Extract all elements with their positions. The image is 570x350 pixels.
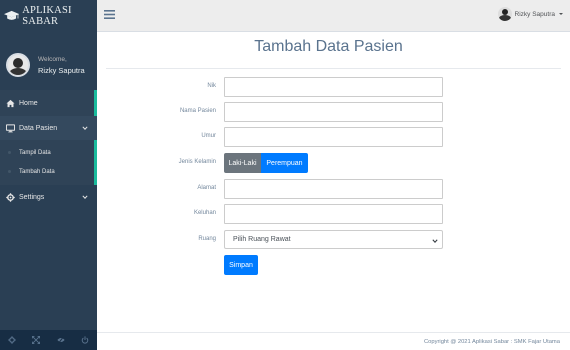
brand-title: APLIKASI SABAR (22, 5, 72, 27)
keluhan-label: Keluhan (193, 210, 216, 216)
form-row-jenis-kelamin: Jenis Kelamin Laki-Laki Perempuan (97, 153, 570, 173)
form-row-nik: Nik (97, 77, 570, 97)
simpan-button[interactable]: Simpan (224, 255, 258, 275)
sidebar-item-data-pasien[interactable]: Data Pasien (0, 116, 97, 140)
brand[interactable]: APLIKASI SABAR (0, 0, 97, 32)
umur-label: Umur (201, 133, 216, 139)
form-row-nama: Nama Pasien (97, 102, 570, 122)
user-name: Rizky Saputra (514, 10, 555, 18)
bullet-icon (8, 170, 11, 173)
umur-input[interactable] (224, 127, 443, 147)
gear-icon (6, 192, 15, 202)
caret-down-icon (559, 13, 563, 15)
footer: Copyright @ 2021 Aplikasi Sabar : SMK Fa… (97, 332, 570, 350)
page-title: Tambah Data Pasien (254, 38, 403, 55)
chevron-down-icon (82, 195, 88, 199)
bullet-icon (8, 151, 11, 154)
sidebar-item-label: Home (19, 99, 38, 107)
jenis-kelamin-label: Jenis Kelamin (178, 159, 216, 165)
nama-pasien-input[interactable] (224, 102, 443, 122)
sidebar-item-label: Tambah Data (19, 168, 55, 175)
copyright-text: Copyright @ 2021 Aplikasi Sabar : SMK Fa… (423, 339, 560, 345)
nik-input[interactable] (224, 77, 443, 97)
alamat-label: Alamat (197, 185, 216, 191)
keluhan-input[interactable] (224, 204, 443, 224)
sidebar-footer (0, 330, 97, 350)
desktop-icon (6, 123, 15, 132)
top-navbar: Rizky Saputra (97, 0, 570, 32)
chevron-down-icon (82, 126, 88, 130)
sidebar-item-settings[interactable]: Settings (0, 185, 97, 209)
sidebar-item-label: Tampil Data (19, 149, 51, 156)
home-icon (6, 99, 15, 107)
gear-icon[interactable] (8, 336, 16, 344)
nama-pasien-label: Nama Pasien (179, 108, 216, 114)
divider (106, 68, 561, 69)
power-icon[interactable] (81, 336, 89, 344)
form-row-alamat: Alamat (97, 179, 570, 199)
avatar (6, 53, 30, 77)
profile-name: Rizky Saputra (38, 65, 85, 75)
jenis-kelamin-toggle: Laki-Laki Perempuan (224, 153, 308, 173)
eye-slash-icon[interactable] (57, 336, 65, 344)
user-dropdown[interactable]: Rizky Saputra (497, 7, 563, 21)
option-laki-laki[interactable]: Laki-Laki (224, 153, 261, 173)
graduation-cap-icon (4, 10, 20, 20)
nik-label: Nik (207, 83, 216, 89)
form-row-umur: Umur (97, 127, 570, 147)
ruang-selected-value: Pilih Ruang Rawat (233, 236, 291, 243)
fullscreen-icon[interactable] (32, 336, 41, 344)
profile: Welcome, Rizky Saputra (0, 32, 97, 90)
avatar (497, 7, 512, 21)
sidebar-item-label: Data Pasien (19, 124, 58, 132)
sidebar-item-home[interactable]: Home (0, 90, 97, 116)
form-row-keluhan: Keluhan (97, 204, 570, 224)
chevron-down-icon (432, 239, 438, 244)
alamat-input[interactable] (224, 179, 443, 199)
ruang-select[interactable]: Pilih Ruang Rawat (224, 230, 443, 249)
sidebar-menu: Home Data Pasien Tampil Data Tambah Data (0, 90, 97, 209)
form-row-submit: Simpan (97, 255, 570, 275)
ruang-label: Ruang (198, 236, 216, 242)
welcome-text: Welcome, (38, 55, 67, 63)
submenu-data-pasien: Tampil Data Tambah Data (0, 140, 97, 185)
menu-toggle-icon[interactable] (104, 9, 115, 20)
sidebar-item-tampil-data[interactable]: Tampil Data (0, 143, 94, 162)
sidebar: APLIKASI SABAR Welcome, Rizky Saputra Ho… (0, 0, 97, 350)
option-perempuan[interactable]: Perempuan (261, 153, 308, 173)
main-content: Tambah Data Pasien Nik Nama Pasien Umur … (97, 32, 570, 332)
form-row-ruang: Ruang Pilih Ruang Rawat (97, 230, 570, 250)
sidebar-item-label: Settings (19, 193, 45, 201)
sidebar-item-tambah-data[interactable]: Tambah Data (0, 162, 94, 181)
